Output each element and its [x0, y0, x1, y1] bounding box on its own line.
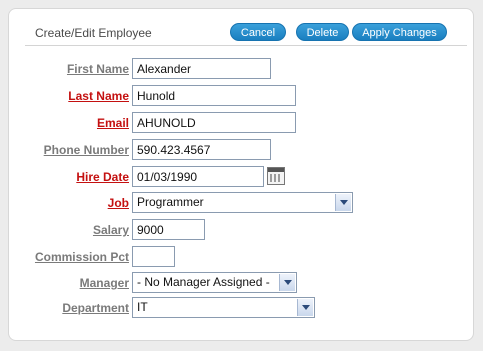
chevron-down-icon[interactable]: [335, 194, 351, 211]
manager-select[interactable]: - No Manager Assigned -: [132, 272, 297, 293]
calendar-icon[interactable]: [267, 167, 285, 185]
calendar-icon-header: [268, 168, 284, 172]
department-label[interactable]: Department: [62, 301, 129, 315]
manager-label[interactable]: Manager: [80, 276, 129, 290]
salary-input[interactable]: [132, 219, 205, 240]
region-title: Create/Edit Employee: [35, 26, 152, 40]
salary-label[interactable]: Salary: [93, 223, 129, 237]
hire-date-input[interactable]: [132, 166, 264, 187]
commission-row: Commission Pct: [9, 246, 475, 268]
phone-input[interactable]: [132, 139, 271, 160]
last-name-row: Last Name: [9, 85, 475, 107]
employee-form-region: Create/Edit Employee Cancel Delete Apply…: [8, 8, 474, 341]
job-row: Job Programmer: [9, 192, 475, 214]
commission-label[interactable]: Commission Pct: [35, 250, 129, 264]
calendar-icon-grid: [270, 174, 282, 182]
department-selected-value: IT: [137, 300, 148, 314]
phone-label[interactable]: Phone Number: [44, 143, 129, 157]
hire-date-label[interactable]: Hire Date: [76, 170, 129, 184]
last-name-label[interactable]: Last Name: [68, 89, 129, 103]
chevron-down-icon[interactable]: [297, 299, 313, 316]
job-label[interactable]: Job: [108, 196, 129, 210]
first-name-row: First Name: [9, 58, 475, 80]
chevron-down-icon[interactable]: [279, 274, 295, 291]
email-label[interactable]: Email: [97, 116, 129, 130]
hire-date-row: Hire Date: [9, 166, 475, 188]
department-row: Department IT: [9, 297, 475, 319]
email-input[interactable]: [132, 112, 296, 133]
apply-changes-button[interactable]: Apply Changes: [352, 23, 447, 41]
header-divider: [25, 45, 467, 46]
manager-row: Manager - No Manager Assigned -: [9, 272, 475, 294]
salary-row: Salary: [9, 219, 475, 241]
commission-input[interactable]: [132, 246, 175, 267]
manager-selected-value: - No Manager Assigned -: [137, 275, 270, 289]
cancel-button[interactable]: Cancel: [230, 23, 286, 41]
phone-row: Phone Number: [9, 139, 475, 161]
job-selected-value: Programmer: [137, 195, 204, 209]
email-row: Email: [9, 112, 475, 134]
delete-button[interactable]: Delete: [296, 23, 349, 41]
job-select[interactable]: Programmer: [132, 192, 353, 213]
first-name-input[interactable]: [132, 58, 271, 79]
department-select[interactable]: IT: [132, 297, 315, 318]
first-name-label[interactable]: First Name: [67, 62, 129, 76]
last-name-input[interactable]: [132, 85, 296, 106]
